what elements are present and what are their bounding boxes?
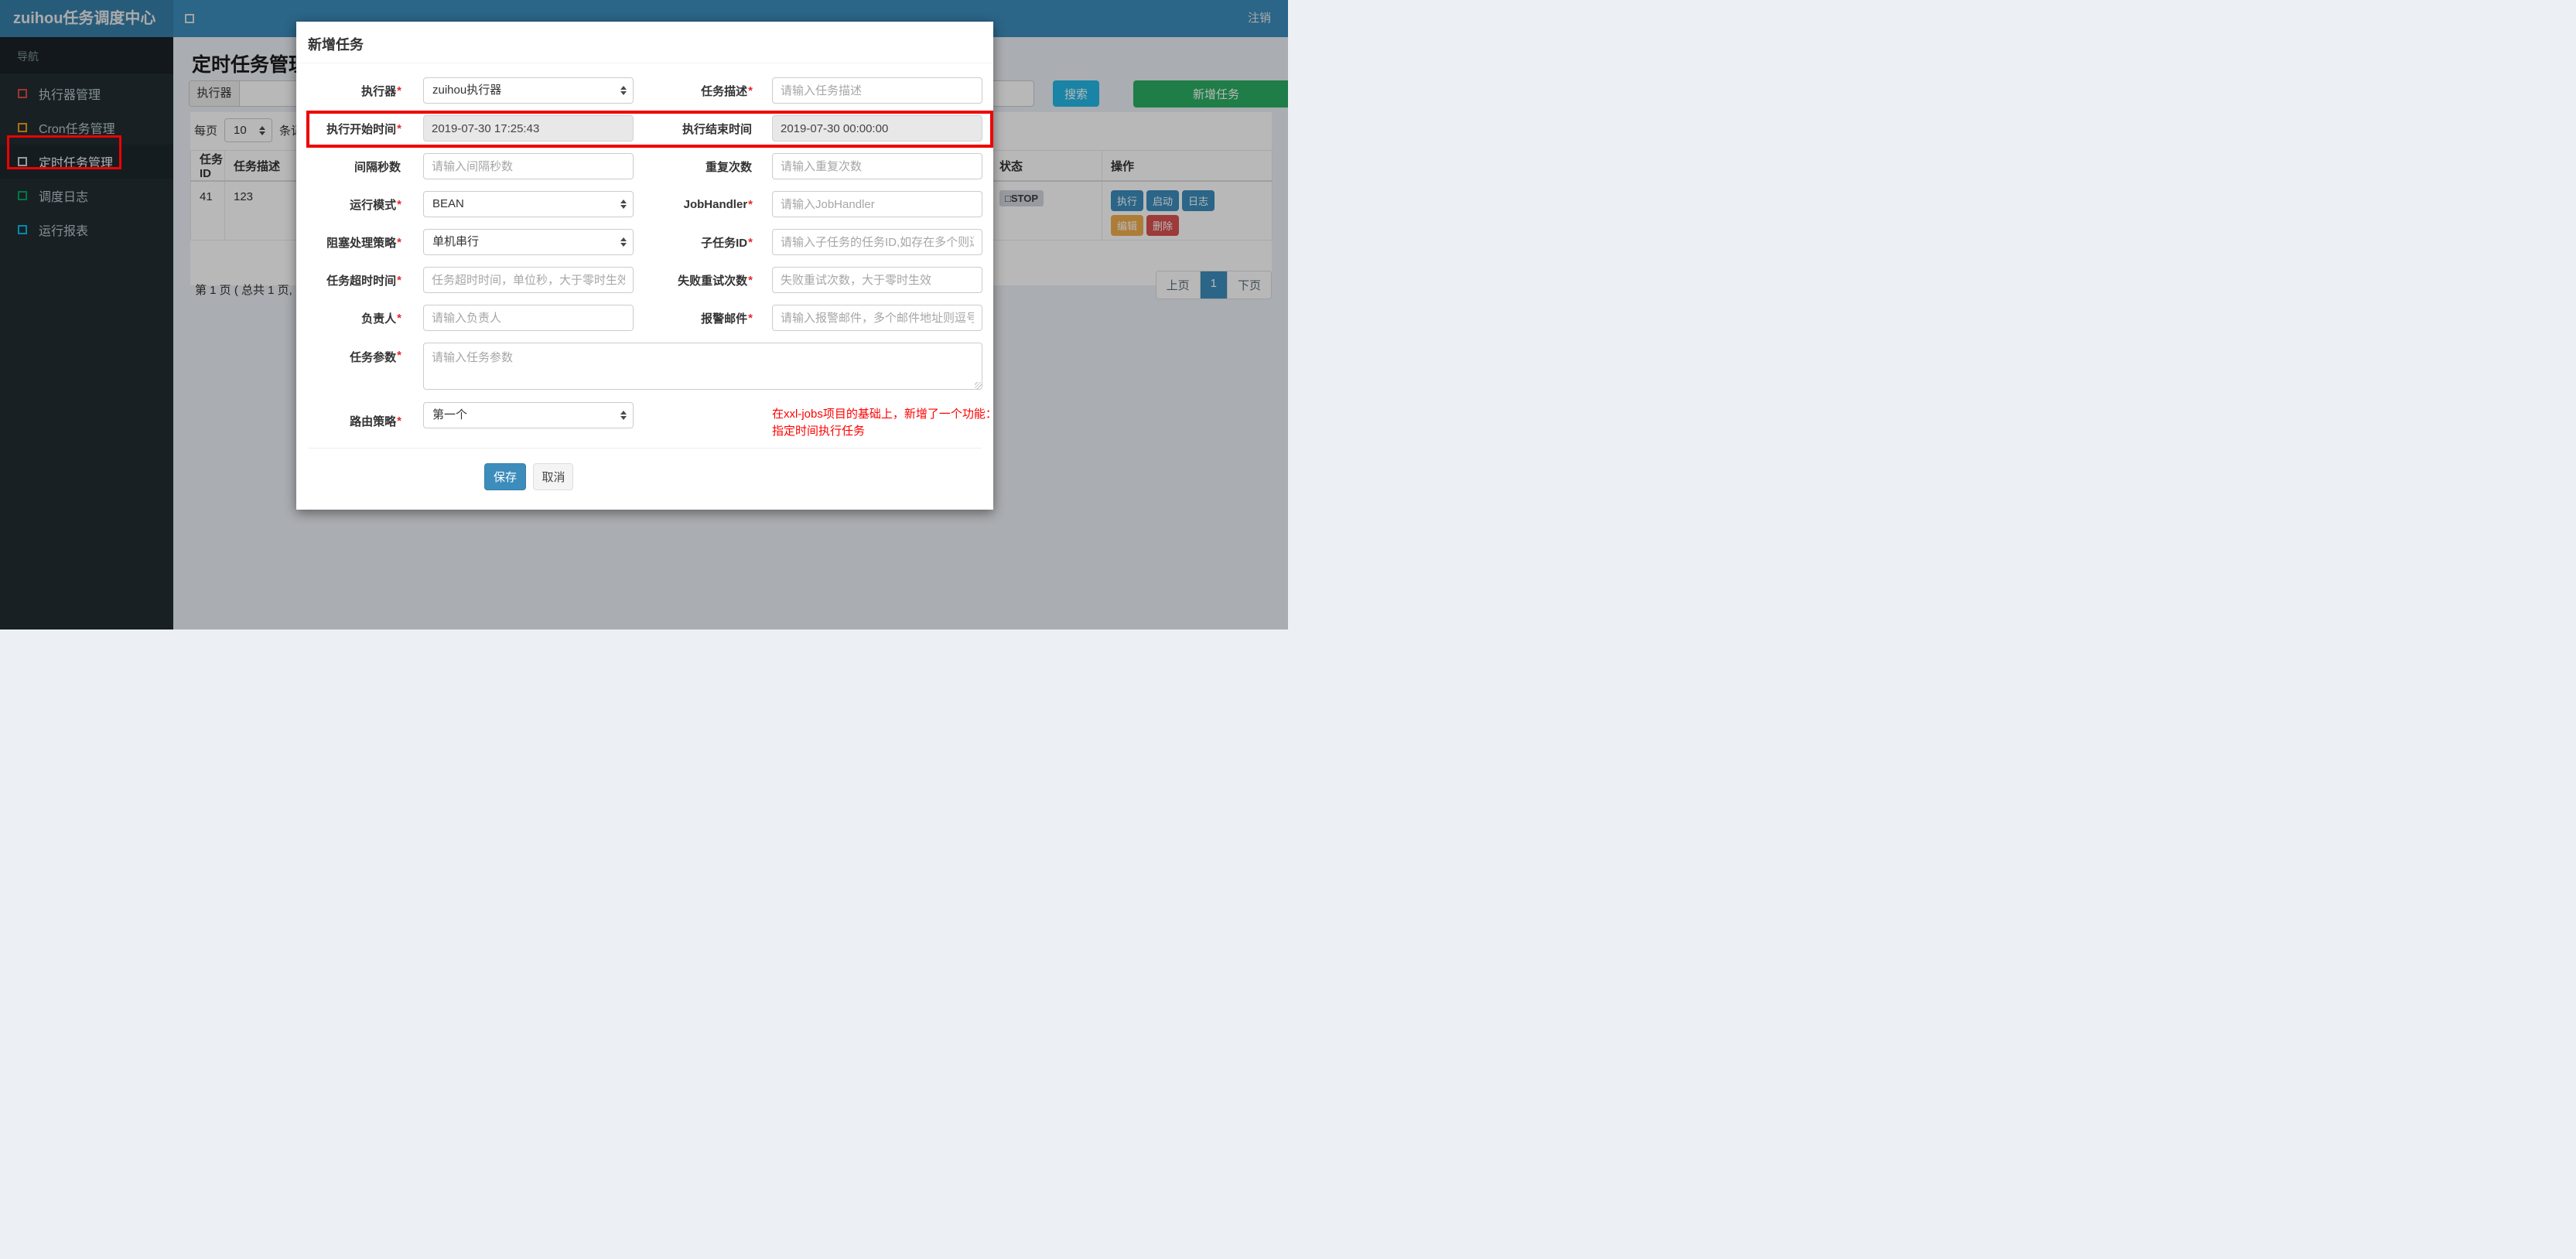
job-param-label: 任务参数 *	[350, 349, 401, 364]
interval-input[interactable]	[423, 153, 634, 179]
executor-label: 执行器 *	[361, 84, 401, 98]
repeat-count-label: 重复次数	[705, 160, 752, 174]
owner-input[interactable]	[423, 305, 634, 331]
alarm-email-label: 报警邮件 *	[701, 311, 753, 326]
modal-title: 新增任务	[308, 37, 364, 53]
modal-actions: 保存 取消	[307, 449, 983, 490]
select-arrows-icon	[620, 200, 627, 209]
timeout-label: 任务超时时间 *	[326, 273, 401, 288]
modal-body: 执行器* zuihou执行器 任务描述* 执行开始时间* 执行结束时间 间隔秒数…	[296, 63, 997, 490]
job-param-textarea[interactable]	[423, 343, 982, 390]
fail-retry-input[interactable]	[772, 267, 982, 293]
child-job-label: 子任务ID *	[701, 235, 753, 250]
feature-note-text: 在xxl-jobs项目的基础上，新增了一个功能： 指定时间执行任务	[772, 408, 997, 438]
executor-select[interactable]: zuihou执行器	[423, 77, 634, 104]
timeout-input[interactable]	[423, 267, 634, 293]
child-job-input[interactable]	[772, 229, 982, 255]
alarm-email-input[interactable]	[772, 305, 982, 331]
start-time-input[interactable]	[423, 115, 634, 142]
block-strategy-label: 阻塞处理策略 *	[326, 235, 401, 250]
owner-label: 负责人 *	[361, 311, 401, 326]
app-root: zuihou任务调度中心 注销 导航 执行器管理 Cron任务管理 定时任务管理…	[0, 0, 1288, 630]
repeat-count-input[interactable]	[772, 153, 982, 179]
route-strategy-label: 路由策略 *	[350, 415, 401, 428]
select-arrows-icon	[620, 86, 627, 95]
job-desc-label: 任务描述 *	[701, 84, 753, 98]
cancel-button[interactable]: 取消	[533, 463, 574, 490]
save-button[interactable]: 保存	[484, 463, 527, 490]
start-time-label: 执行开始时间 *	[326, 121, 401, 136]
select-arrows-icon	[620, 237, 627, 247]
fail-retry-label: 失败重试次数 *	[678, 273, 753, 288]
block-strategy-select[interactable]: 单机串行	[423, 229, 634, 255]
interval-label: 间隔秒数	[354, 160, 401, 174]
job-desc-input[interactable]	[772, 77, 982, 104]
run-mode-label: 运行模式 *	[350, 197, 401, 212]
job-handler-label: JobHandler *	[683, 197, 753, 211]
route-strategy-select[interactable]: 第一个	[423, 402, 634, 428]
modal-header: 新增任务	[296, 22, 993, 63]
run-mode-select[interactable]: BEAN	[423, 191, 634, 217]
job-handler-input[interactable]	[772, 191, 982, 217]
end-time-input[interactable]	[772, 115, 982, 142]
add-task-modal: 新增任务 执行器* zuihou执行器 任务描述* 执行开始时间* 执行结束时间…	[296, 22, 997, 510]
end-time-label: 执行结束时间	[682, 122, 752, 136]
select-arrows-icon	[620, 411, 627, 420]
